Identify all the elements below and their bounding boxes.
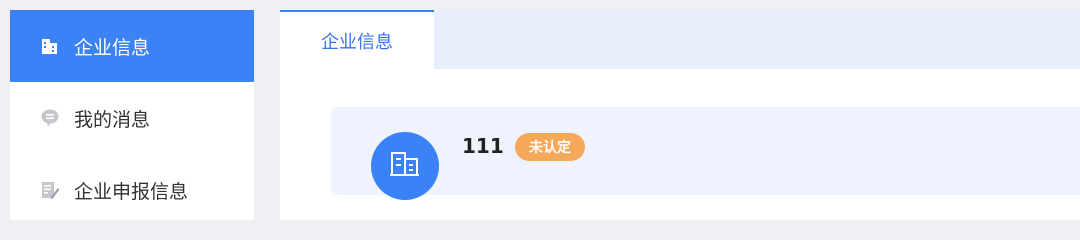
company-name: 111 (462, 134, 504, 158)
status-badge: 未认定 (515, 133, 585, 161)
company-card: 111 未认定 (331, 107, 1080, 200)
sidebar-item-declarations[interactable]: 企业申报信息 (10, 154, 254, 226)
avatar (371, 132, 439, 200)
building-icon (40, 35, 62, 57)
sidebar-item-company-info[interactable]: 企业信息 (10, 10, 254, 82)
building-icon (388, 147, 422, 185)
sidebar-item-label: 企业申报信息 (74, 180, 189, 203)
sidebar-item-label: 企业信息 (74, 36, 151, 59)
sidebar: 企业信息 我的消息 企业申报信息 (10, 10, 254, 220)
tab-company-info[interactable]: 企业信息 (280, 10, 434, 69)
sidebar-item-label: 我的消息 (74, 108, 151, 131)
edit-document-icon (40, 179, 62, 201)
main-panel: 企业信息 111 未认定 (280, 10, 1080, 220)
tab-bar: 企业信息 (280, 10, 1080, 69)
sidebar-item-messages[interactable]: 我的消息 (10, 82, 254, 154)
message-icon (40, 107, 62, 129)
